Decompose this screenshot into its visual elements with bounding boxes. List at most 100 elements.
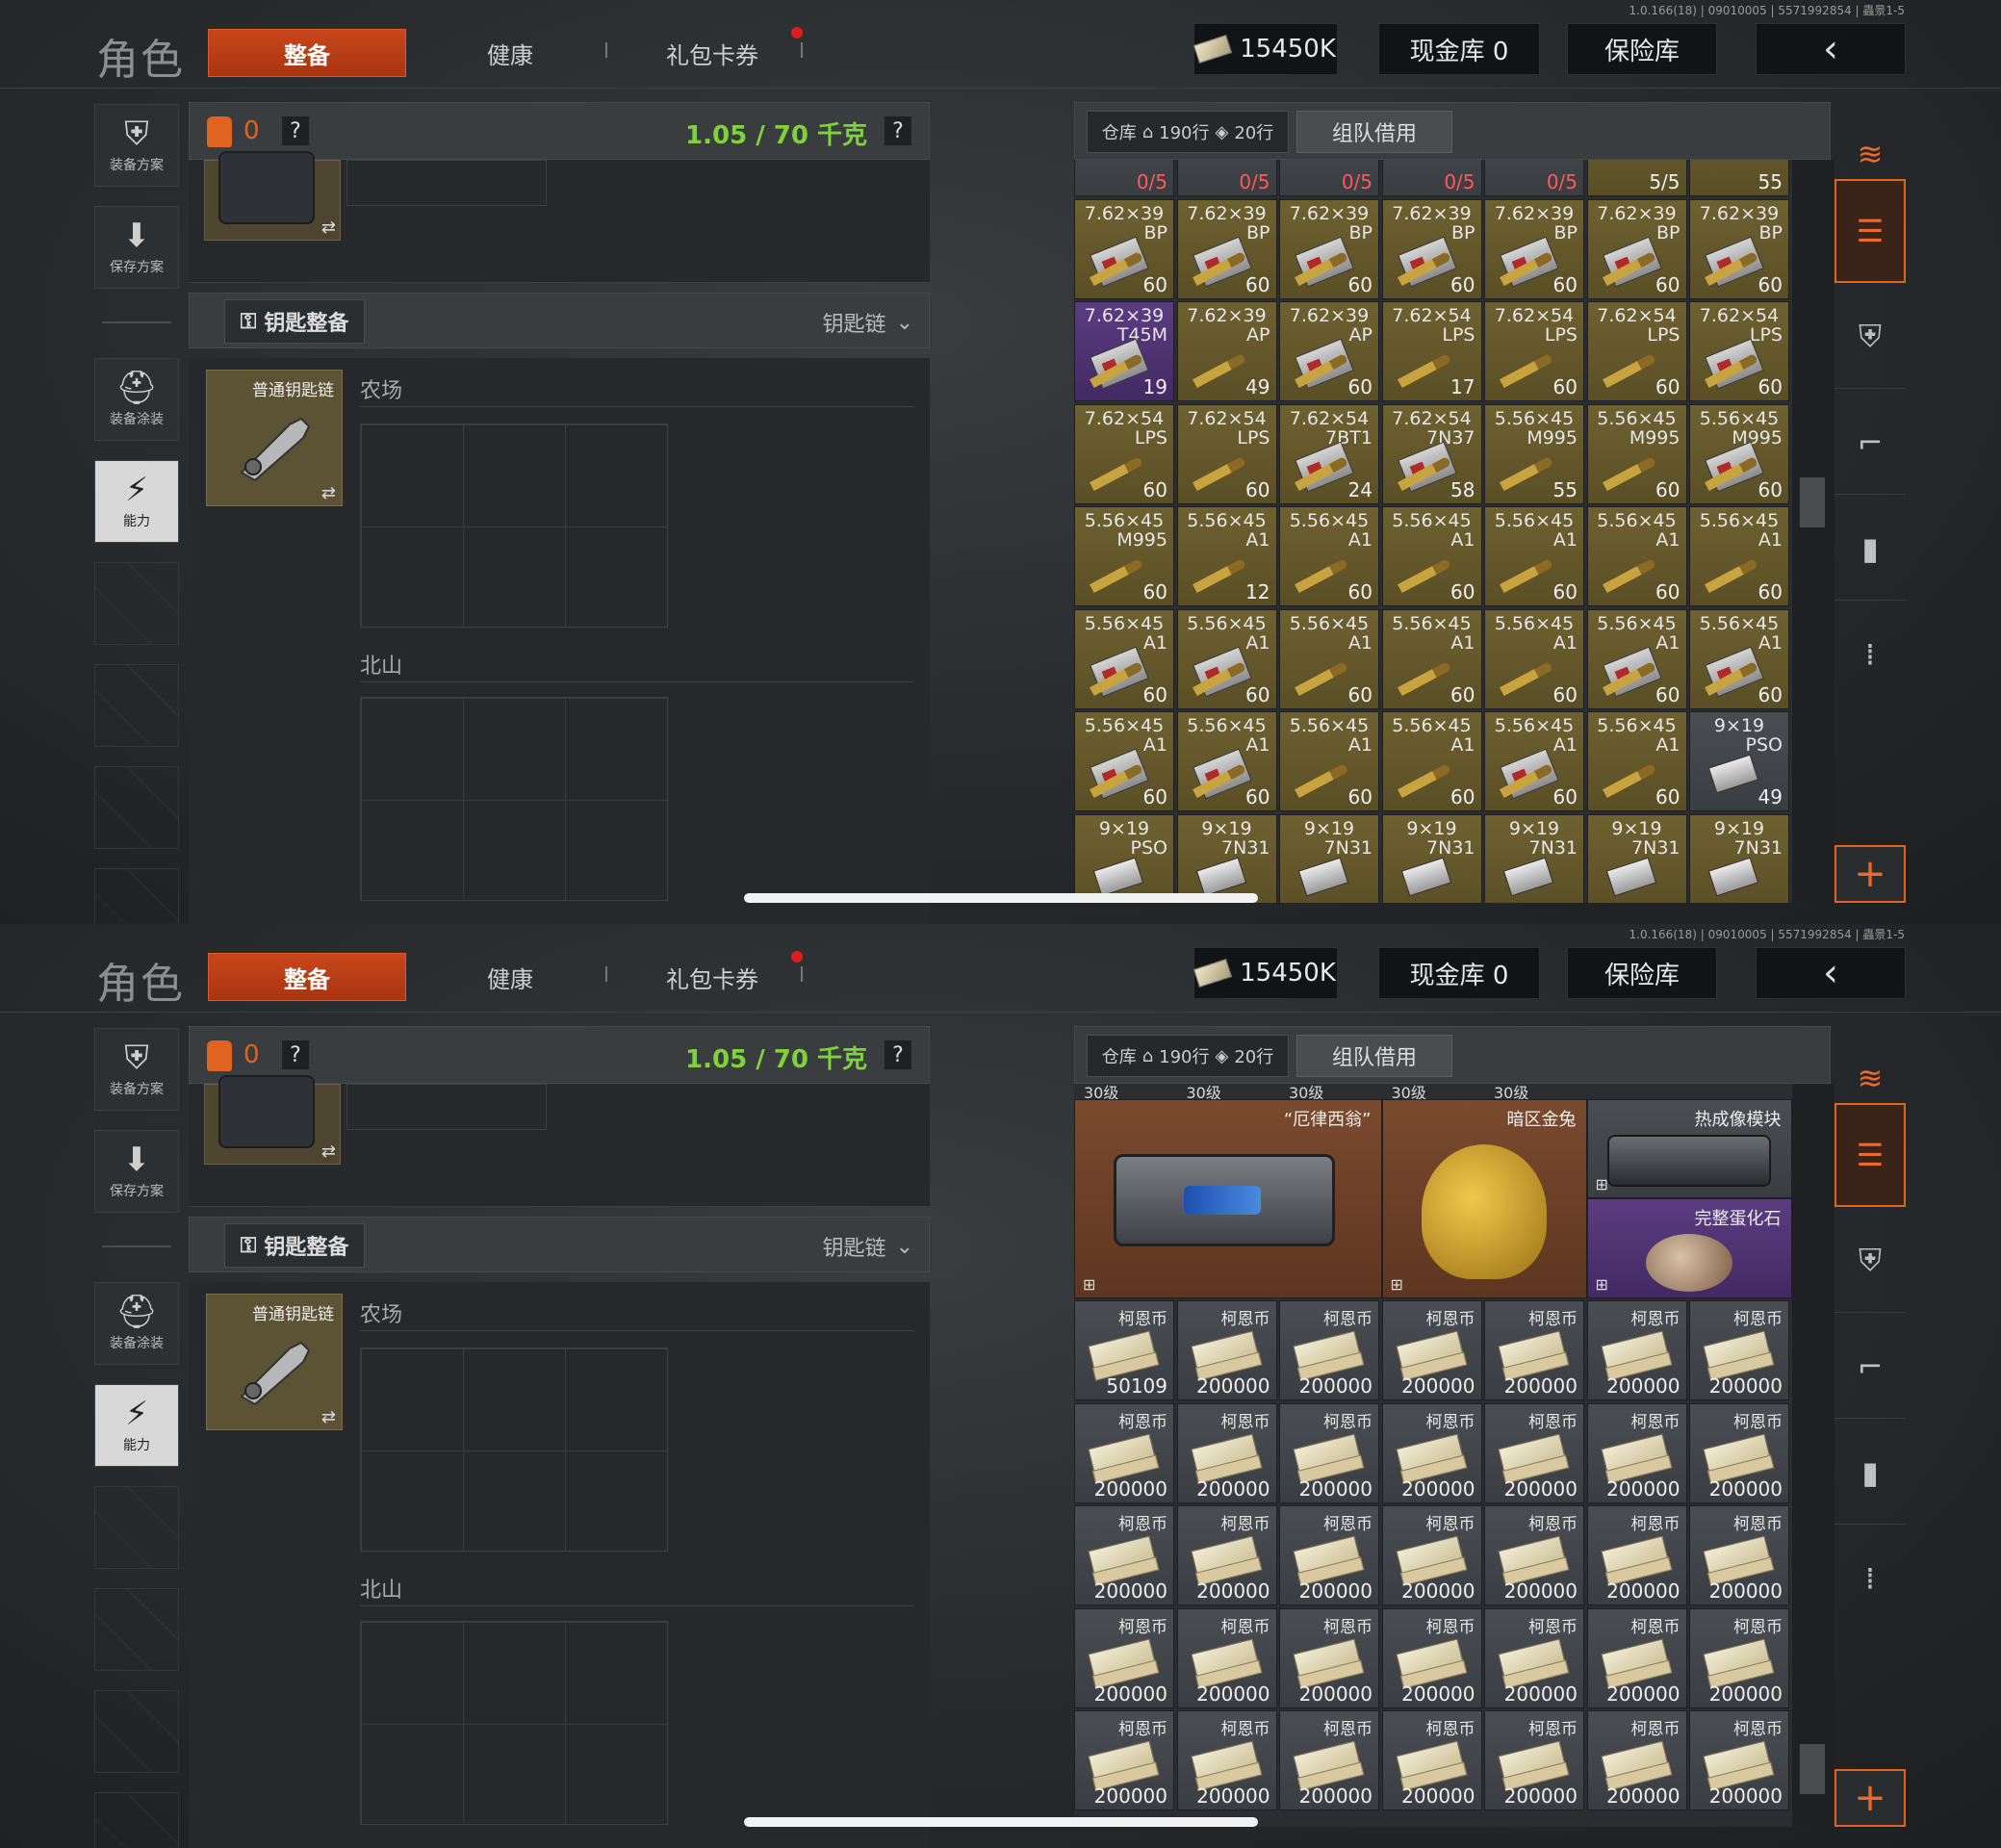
warehouse-item[interactable]: 7.62×39 BP 60 [1176, 198, 1277, 299]
coin-stack-item[interactable]: 柯恩币 200000 [1074, 1505, 1174, 1605]
coin-stack-item[interactable]: 柯恩币 200000 [1689, 1402, 1789, 1503]
empty-slot[interactable] [94, 664, 179, 747]
swap-icon[interactable]: ⇄ [321, 1142, 336, 1162]
key-equip-tab[interactable]: ⚿ 钥匙整备 [224, 299, 365, 344]
save-plan-button[interactable]: ⬇ 保存方案 [94, 1130, 179, 1213]
warehouse-item[interactable]: 7.62×39 BP 60 [1484, 198, 1584, 299]
warehouse-item[interactable]: 5.56×45 A1 60 [1279, 506, 1379, 606]
warehouse-item[interactable]: 5.56×45 A1 60 [1381, 506, 1482, 606]
back-button[interactable]: ‹ [1756, 947, 1906, 999]
warehouse-item[interactable]: 5.56×45 A1 12 [1176, 506, 1277, 606]
warehouse-item[interactable]: 5.56×45 M995 55 [1484, 403, 1584, 504]
warehouse-item[interactable]: 7.62×39 BP 60 [1279, 198, 1379, 299]
backpack-slot[interactable] [346, 1084, 547, 1130]
warehouse-item[interactable]: 9×19 7N31 [1484, 813, 1584, 903]
scroll-track[interactable] [1792, 160, 1834, 903]
coin-stack-item[interactable]: 柯恩币 200000 [1381, 1300, 1482, 1400]
equip-plan-button[interactable]: ⛨ 装备方案 [94, 1028, 179, 1111]
warehouse-item[interactable]: 5.56×45 A1 60 [1484, 711, 1584, 811]
key-equip-tab[interactable]: ⚿ 钥匙整备 [224, 1223, 365, 1268]
coin-stack-item[interactable]: 柯恩币 200000 [1279, 1710, 1379, 1810]
warehouse-item[interactable]: 5.56×45 M995 60 [1586, 403, 1687, 504]
empty-slot[interactable] [94, 766, 179, 849]
warehouse-item[interactable]: 7.62×39 BP 60 [1381, 198, 1482, 299]
warehouse-item[interactable]: 7.62×39 BP 60 [1689, 198, 1789, 299]
coin-stack-item[interactable]: 柯恩币 200000 [1484, 1300, 1584, 1400]
warehouse-item[interactable]: 9×19 7N31 [1586, 813, 1687, 903]
warehouse-item[interactable]: 9×19 PSO 49 [1689, 711, 1789, 811]
coin-stack-item[interactable]: 柯恩币 200000 [1381, 1505, 1482, 1605]
warehouse-item[interactable]: 9×19 7N31 [1176, 813, 1277, 903]
tab-gift-cards[interactable]: 礼包卡券 [645, 953, 780, 1001]
warehouse-item[interactable]: 5.56×45 M995 60 [1689, 403, 1789, 504]
category-ammo-icon[interactable]: ⁞ [1834, 603, 1906, 706]
key-slots-north-mountain[interactable] [360, 697, 668, 901]
safe-vault-button[interactable]: 保险库 [1567, 23, 1717, 75]
backpack-item[interactable]: ⇄ [204, 151, 341, 241]
warehouse-item[interactable]: 9×19 7N31 [1381, 813, 1482, 903]
warehouse-item[interactable]: 5.56×45 M995 60 [1074, 506, 1174, 606]
tab-equip[interactable]: 整备 [208, 953, 406, 1001]
coin-stack-item[interactable]: 柯恩币 200000 [1279, 1402, 1379, 1503]
coin-stack-item[interactable]: 柯恩币 200000 [1176, 1402, 1277, 1503]
scrollbar-thumb[interactable] [1800, 477, 1825, 527]
warehouse-item[interactable]: 5.56×45 A1 60 [1176, 608, 1277, 709]
warehouse-item[interactable]: 7.62×54 LPS 60 [1074, 403, 1174, 504]
category-all-icon[interactable]: ☰ [1834, 1103, 1906, 1207]
warehouse-item[interactable]: 0/5 [1279, 160, 1379, 196]
tab-health[interactable]: 健康 [462, 29, 558, 77]
warehouse-item[interactable]: 5.56×45 A1 60 [1381, 608, 1482, 709]
coin-stack-item[interactable]: 柯恩币 200000 [1586, 1505, 1687, 1605]
coin-stack-item[interactable]: 柯恩币 50109 [1074, 1300, 1174, 1400]
warehouse-item[interactable]: 0/5 [1381, 160, 1482, 196]
warehouse-item[interactable]: 7.62×39 BP 60 [1586, 198, 1687, 299]
empty-slot[interactable] [94, 868, 179, 924]
money-display[interactable]: 15450K [1193, 23, 1338, 75]
coin-stack-item[interactable]: 柯恩币 200000 [1074, 1710, 1174, 1810]
warehouse-item[interactable]: 5.56×45 A1 60 [1689, 506, 1789, 606]
tab-equip[interactable]: 整备 [208, 29, 406, 77]
coin-stack-item[interactable]: 柯恩币 200000 [1484, 1402, 1584, 1503]
coin-stack-item[interactable]: 柯恩币 200000 [1586, 1402, 1687, 1503]
coin-stack-item[interactable]: 柯恩币 200000 [1689, 1710, 1789, 1810]
safe-vault-button[interactable]: 保险库 [1567, 947, 1717, 999]
warehouse-item[interactable]: 0/5 [1176, 160, 1277, 196]
thermal-module-item[interactable]: 热成像模块 ⊞ [1586, 1099, 1792, 1198]
coin-stack-item[interactable]: 柯恩币 200000 [1074, 1607, 1174, 1708]
empty-slot[interactable] [94, 1792, 179, 1848]
warehouse-item[interactable]: 7.62×54 LPS 60 [1484, 301, 1584, 401]
coin-stack-item[interactable]: 柯恩币 200000 [1586, 1710, 1687, 1810]
category-magazine-icon[interactable]: ▮ [1834, 497, 1906, 601]
warehouse-item[interactable]: 5/5 [1586, 160, 1687, 196]
money-display[interactable]: 15450K [1193, 947, 1338, 999]
warehouse-item[interactable]: 7.62×39 AP 60 [1279, 301, 1379, 401]
team-borrow-tab[interactable]: 组队借用 [1296, 111, 1452, 153]
coin-stack-item[interactable]: 柯恩币 200000 [1381, 1607, 1482, 1708]
scroll-track[interactable] [1792, 1084, 1834, 1827]
category-weapon-icon[interactable]: ⌐ [1834, 1315, 1906, 1419]
warehouse-item[interactable]: 5.56×45 A1 60 [1484, 608, 1584, 709]
home-indicator[interactable] [744, 1817, 1258, 1827]
coin-stack-item[interactable]: 柯恩币 200000 [1689, 1505, 1789, 1605]
warehouse-item[interactable]: 5.56×45 A1 60 [1074, 711, 1174, 811]
key-slots-farm[interactable] [360, 1348, 668, 1552]
warehouse-item[interactable]: 9×19 7N31 [1689, 813, 1789, 903]
empty-slot[interactable] [94, 1588, 179, 1671]
equip-plan-button[interactable]: ⛨ 装备方案 [94, 104, 179, 187]
warehouse-item[interactable]: 7.62×54 LPS 60 [1176, 403, 1277, 504]
coin-stack-item[interactable]: 柯恩币 200000 [1176, 1710, 1277, 1810]
key-slots-farm[interactable] [360, 424, 668, 628]
warehouse-item[interactable]: 7.62×54 LPS 17 [1381, 301, 1482, 401]
warehouse-item[interactable]: 0/5 [1484, 160, 1584, 196]
save-plan-button[interactable]: ⬇ 保存方案 [94, 206, 179, 289]
warehouse-item[interactable]: 5.56×45 A1 60 [1586, 506, 1687, 606]
warehouse-item[interactable]: 5.56×45 A1 60 [1176, 711, 1277, 811]
warehouse-item[interactable]: 7.62×54 7N37 58 [1381, 403, 1482, 504]
coin-stack-item[interactable]: 柯恩币 200000 [1176, 1607, 1277, 1708]
warehouse-item[interactable]: 0/5 [1074, 160, 1174, 196]
warehouse-item[interactable]: 5.56×45 A1 60 [1586, 711, 1687, 811]
scrollbar-thumb[interactable] [1800, 1744, 1825, 1794]
coin-stack-item[interactable]: 柯恩币 200000 [1279, 1505, 1379, 1605]
swap-icon[interactable]: ⇄ [321, 483, 336, 503]
warehouse-item[interactable]: 7.62×39 AP 49 [1176, 301, 1277, 401]
